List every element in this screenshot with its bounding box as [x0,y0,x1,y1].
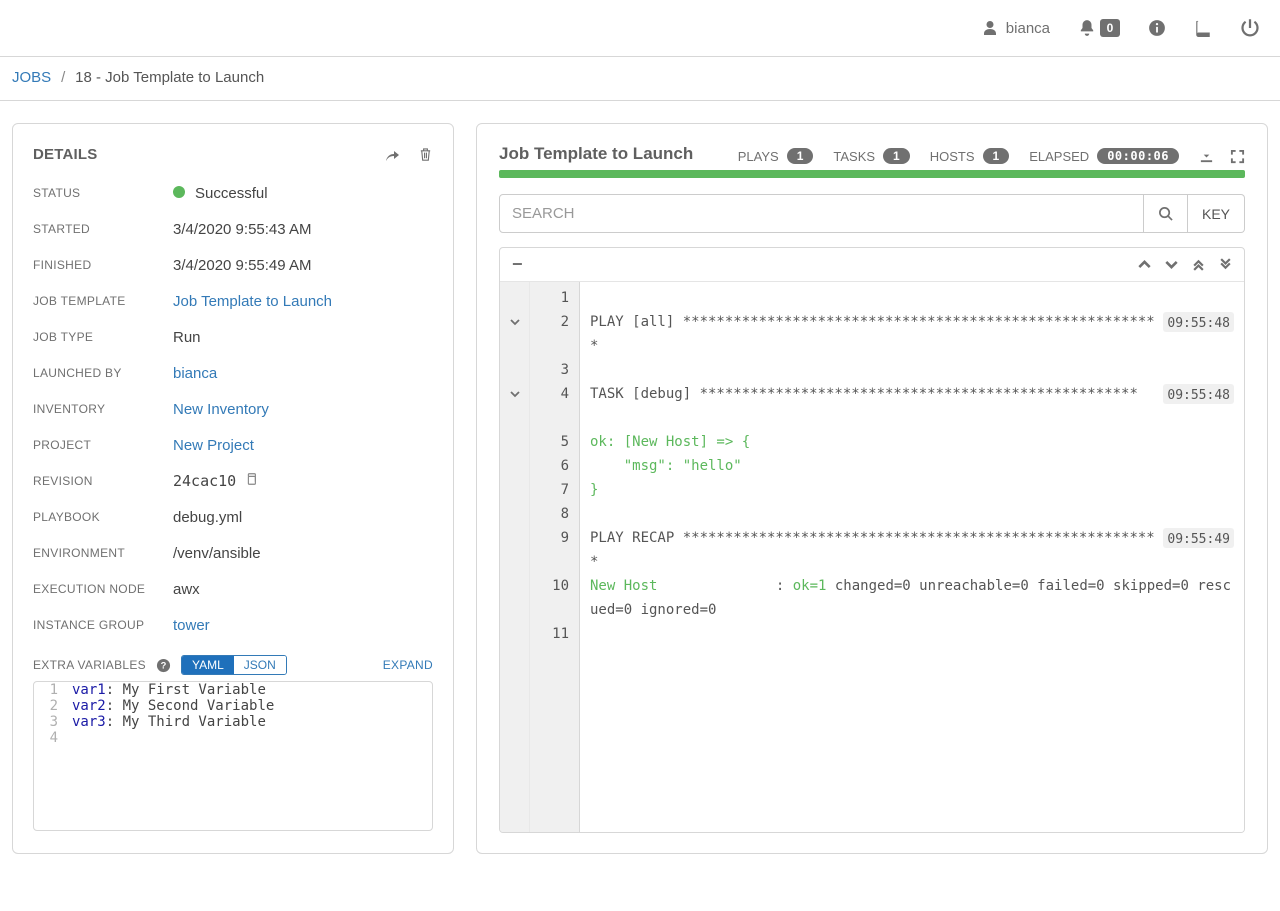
search-input[interactable] [499,194,1144,233]
plays-label: PLAYS [738,149,779,164]
download-icon[interactable] [1199,149,1214,164]
next-icon[interactable] [1165,258,1178,271]
instgroup-label: INSTANCE GROUP [33,618,173,632]
details-heading: DETAILS [33,146,97,163]
playbook-label: PLAYBOOK [33,510,173,524]
timestamp: 09:55:49 [1163,528,1234,548]
delete-icon[interactable] [418,147,433,163]
plays-count: 1 [787,148,814,164]
svg-text:?: ? [161,660,167,670]
docs-icon[interactable] [1194,19,1212,37]
json-tab[interactable]: JSON [234,656,286,674]
key-button[interactable]: KEY [1188,194,1245,233]
jobtemplate-label: JOB TEMPLATE [33,294,173,308]
fold-toggle[interactable] [500,310,529,334]
elapsed-time: 00:00:06 [1097,148,1179,164]
execnode-label: EXECUTION NODE [33,582,173,596]
status-value: Successful [173,185,268,202]
tasks-count: 1 [883,148,910,164]
started-value: 3/4/2020 9:55:43 AM [173,221,311,238]
jobtype-value: Run [173,329,201,346]
project-label: PROJECT [33,438,173,452]
progress-bar [499,170,1245,178]
playbook-value: debug.yml [173,509,242,526]
top-bar: bianca 0 [0,0,1280,57]
tasks-label: TASKS [833,149,875,164]
breadcrumb: JOBS / 18 - Job Template to Launch [0,57,1280,101]
environment-value: /venv/ansible [173,545,261,562]
relaunch-icon[interactable] [384,147,400,163]
info-icon[interactable] [1148,19,1166,37]
fold-gutter [500,282,530,832]
output-body: 1234567891011 PLAY [all] ***************… [500,282,1244,832]
user-icon [982,20,998,36]
main-content: DETAILS STATUSSuccessful STARTED3/4/2020… [0,101,1280,876]
instgroup-link[interactable]: tower [173,617,210,634]
copy-icon[interactable] [244,472,258,486]
project-link[interactable]: New Project [173,437,254,454]
revision-label: REVISION [33,474,173,488]
hosts-count: 1 [983,148,1010,164]
execnode-value: awx [173,581,200,598]
breadcrumb-root[interactable]: JOBS [12,69,51,86]
output-title: Job Template to Launch [499,144,693,164]
username: bianca [1006,20,1050,37]
finished-value: 3/4/2020 9:55:49 AM [173,257,311,274]
notification-count: 0 [1100,19,1120,37]
launchedby-label: LAUNCHED BY [33,366,173,380]
notifications-button[interactable]: 0 [1078,19,1120,37]
line-numbers: 1234567891011 [530,282,580,832]
top-icon[interactable] [1192,258,1205,271]
jobtype-label: JOB TYPE [33,330,173,344]
help-icon[interactable]: ? [156,658,171,673]
yaml-tab[interactable]: YAML [182,656,234,674]
fold-toggle[interactable] [500,382,529,406]
extra-vars-editor[interactable]: 1var1: My First Variable 2var2: My Secon… [33,681,433,831]
extras-label: EXTRA VARIABLES [33,658,146,672]
started-label: STARTED [33,222,173,236]
format-toggle: YAML JSON [181,655,287,675]
inventory-label: INVENTORY [33,402,173,416]
prev-icon[interactable] [1138,258,1151,271]
finished-label: FINISHED [33,258,173,272]
logout-icon[interactable] [1240,18,1260,38]
timestamp: 09:55:48 [1163,384,1234,404]
inventory-link[interactable]: New Inventory [173,401,269,418]
details-panel: DETAILS STATUSSuccessful STARTED3/4/2020… [12,123,454,854]
collapse-all-icon[interactable]: − [512,254,523,275]
expand-link[interactable]: EXPAND [383,658,433,672]
hosts-label: HOSTS [930,149,975,164]
breadcrumb-current: 18 - Job Template to Launch [75,69,264,86]
expand-output-icon[interactable] [1230,149,1245,164]
output-text[interactable]: PLAY [all] *****************************… [580,282,1244,832]
launchedby-link[interactable]: bianca [173,365,217,382]
bottom-icon[interactable] [1219,258,1232,271]
breadcrumb-separator: / [61,69,65,86]
status-dot-icon [173,186,185,198]
status-label: STATUS [33,186,173,200]
jobtemplate-link[interactable]: Job Template to Launch [173,293,332,310]
output-box: − 1234567891011 [499,247,1245,833]
output-panel: Job Template to Launch PLAYS 1 TASKS 1 HOS… [476,123,1268,854]
revision-value: 24cac10 [173,472,258,490]
environment-label: ENVIRONMENT [33,546,173,560]
search-button[interactable] [1144,194,1188,233]
timestamp: 09:55:48 [1163,312,1234,332]
user-menu[interactable]: bianca [982,20,1050,37]
elapsed-label: ELAPSED [1029,149,1089,164]
